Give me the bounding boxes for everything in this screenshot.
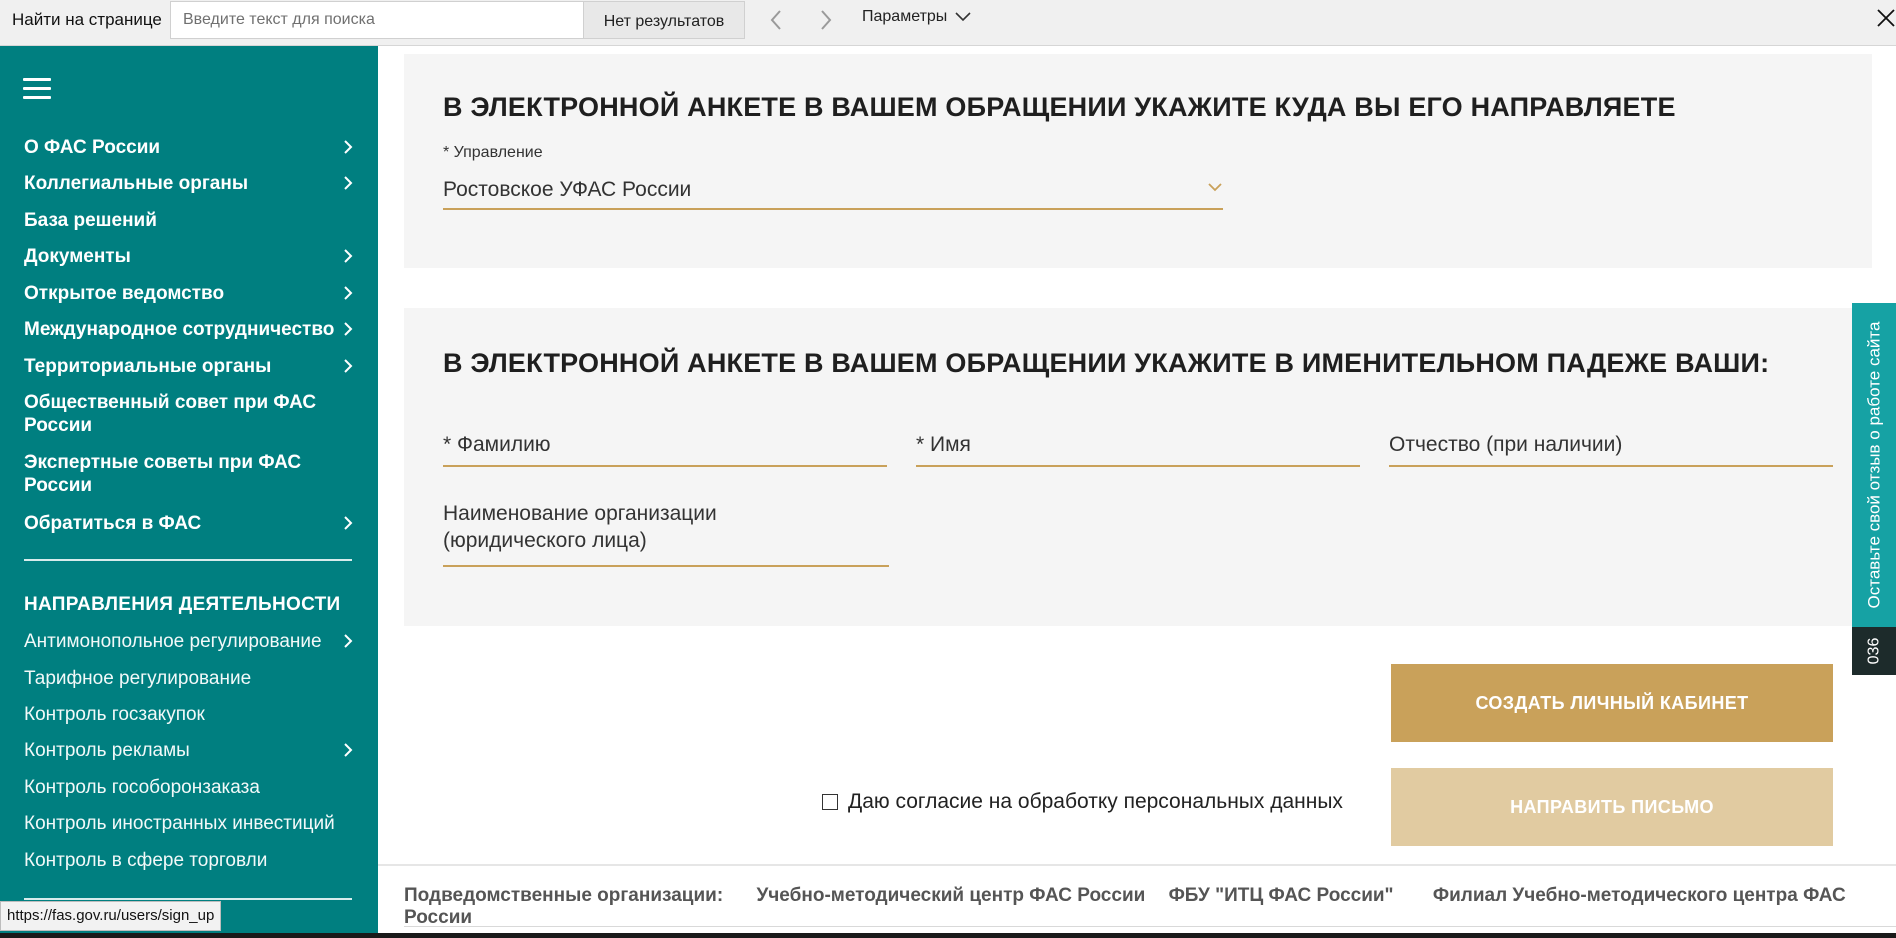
chevron-right-icon xyxy=(344,359,353,373)
find-input[interactable] xyxy=(170,1,584,39)
personal-data-panel: В ЭЛЕКТРОННОЙ АНКЕТЕ В ВАШЕМ ОБРАЩЕНИИ У… xyxy=(404,308,1872,626)
direction-trade[interactable]: Контроль в сфере торговли xyxy=(24,849,354,872)
consent-checkbox-row[interactable]: Даю согласие на обработку персональных д… xyxy=(822,790,1343,814)
footer-divider xyxy=(378,864,1896,866)
direction-antimonopoly[interactable]: Антимонопольное регулирование xyxy=(24,630,354,653)
consent-label: Даю согласие на обработку персональных д… xyxy=(848,790,1343,813)
organization-field[interactable]: Наименование организации (юридического л… xyxy=(443,500,889,567)
counter-badge: 036 xyxy=(1852,627,1896,675)
surname-placeholder: * Фамилию xyxy=(443,433,551,456)
footer-label: Подведомственные организации: xyxy=(404,885,724,906)
patronymic-placeholder: Отчество (при наличии) xyxy=(1389,433,1623,456)
sidebar-divider xyxy=(24,898,352,900)
chevron-right-icon xyxy=(344,322,353,336)
direction-advertising[interactable]: Контроль рекламы xyxy=(24,739,354,762)
sidebar-item-about[interactable]: О ФАС России xyxy=(24,136,354,159)
send-letter-button[interactable]: НАПРАВИТЬ ПИСЬМО xyxy=(1391,768,1833,846)
direction-foreign-investment[interactable]: Контроль иностранных инвестиций xyxy=(24,812,354,835)
feedback-tab[interactable]: Оставьте свой отзыв о работе сайта xyxy=(1852,303,1896,627)
close-icon xyxy=(1877,9,1895,27)
patronymic-field[interactable]: Отчество (при наличии) xyxy=(1389,427,1833,467)
chevron-right-icon xyxy=(344,743,353,757)
find-bar: Найти на странице Нет результатов Параме… xyxy=(0,0,1896,46)
footer-orgs: Подведомственные организации: Учебно-мет… xyxy=(404,885,1896,929)
chevron-right-icon xyxy=(344,249,353,263)
chevron-down-icon xyxy=(955,12,971,22)
hamburger-menu-icon[interactable] xyxy=(23,78,51,100)
chevron-left-icon xyxy=(770,10,781,30)
next-result-button[interactable] xyxy=(810,4,842,36)
previous-result-button[interactable] xyxy=(760,4,792,36)
chevron-right-icon xyxy=(821,10,832,30)
footer-link-itc[interactable]: ФБУ "ИТЦ ФАС России" xyxy=(1169,885,1394,906)
direction-procurement[interactable]: Контроль госзакупок xyxy=(24,703,354,726)
sidebar-item-collegial[interactable]: Коллегиальные органы xyxy=(24,172,354,195)
chevron-right-icon xyxy=(344,516,353,530)
parameters-dropdown[interactable]: Параметры xyxy=(862,8,971,26)
sidebar-item-expert-councils[interactable]: Экспертные советы при ФАС России xyxy=(24,451,324,497)
organization-placeholder-line1: Наименование организации xyxy=(443,502,717,525)
results-status: Нет результатов xyxy=(583,1,745,39)
organization-placeholder-line2: (юридического лица) xyxy=(443,529,647,552)
sidebar-item-international[interactable]: Международное сотрудничество xyxy=(24,318,354,341)
sidebar-item-open-agency[interactable]: Открытое ведомство xyxy=(24,282,354,305)
direction-defense-order[interactable]: Контроль гособоронзаказа xyxy=(24,776,354,799)
management-select[interactable]: Ростовское УФАС России xyxy=(443,172,1223,210)
sidebar-divider xyxy=(24,559,352,561)
management-label: * Управление xyxy=(443,144,543,161)
bottom-strip xyxy=(0,933,1896,938)
create-account-button[interactable]: СОЗДАТЬ ЛИЧНЫЙ КАБИНЕТ xyxy=(1391,664,1833,742)
chevron-right-icon xyxy=(344,634,353,648)
sidebar-item-territorial[interactable]: Территориальные органы xyxy=(24,355,354,378)
name-field[interactable]: * Имя xyxy=(916,427,1360,467)
directions-heading: НАПРАВЛЕНИЯ ДЕЯТЕЛЬНОСТИ xyxy=(24,594,341,615)
sidebar-item-decisions[interactable]: База решений xyxy=(24,209,354,232)
sidebar-item-public-council[interactable]: Общественный совет при ФАС России xyxy=(24,391,324,437)
close-findbar-button[interactable] xyxy=(1876,8,1896,34)
chevron-right-icon xyxy=(344,286,353,300)
chevron-down-icon xyxy=(1208,183,1222,192)
parameters-label: Параметры xyxy=(862,8,948,25)
footer-bottom-line xyxy=(404,926,1896,927)
sidebar-item-contact-fas[interactable]: Обратиться в ФАС xyxy=(24,512,354,535)
surname-field[interactable]: * Фамилию xyxy=(443,427,887,467)
direction-panel: В ЭЛЕКТРОННОЙ АНКЕТЕ В ВАШЕМ ОБРАЩЕНИИ У… xyxy=(404,54,1872,268)
direction-panel-title: В ЭЛЕКТРОННОЙ АНКЕТЕ В ВАШЕМ ОБРАЩЕНИИ У… xyxy=(443,92,1676,122)
sidebar: О ФАС России Коллегиальные органы База р… xyxy=(0,46,378,938)
name-placeholder: * Имя xyxy=(916,433,971,456)
find-label: Найти на странице xyxy=(12,10,162,29)
direction-tariff[interactable]: Тарифное регулирование xyxy=(24,667,354,690)
feedback-label: Оставьте свой отзыв о работе сайта xyxy=(1864,321,1883,609)
chevron-right-icon xyxy=(344,176,353,190)
status-url-tooltip: https://fas.gov.ru/users/sign_up xyxy=(0,901,222,931)
footer-link-training-center[interactable]: Учебно-методический центр ФАС России xyxy=(756,885,1145,906)
chevron-right-icon xyxy=(344,140,353,154)
personal-data-title: В ЭЛЕКТРОННОЙ АНКЕТЕ В ВАШЕМ ОБРАЩЕНИИ У… xyxy=(443,348,1770,378)
management-value: Ростовское УФАС России xyxy=(443,178,692,201)
consent-checkbox[interactable] xyxy=(822,794,838,810)
sidebar-item-documents[interactable]: Документы xyxy=(24,245,354,268)
